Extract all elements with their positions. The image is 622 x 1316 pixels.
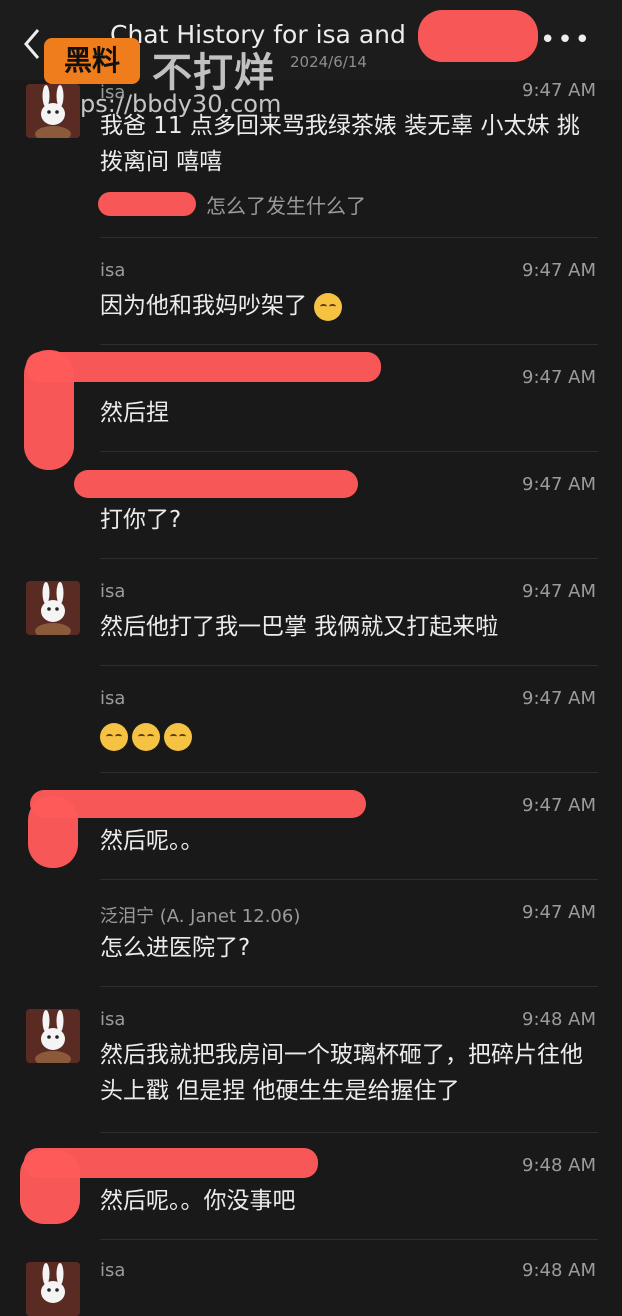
message-time: 9:48 AM xyxy=(522,1009,596,1030)
sender-name: isa xyxy=(100,82,126,103)
message-text: 因为他和我妈吵架了 xyxy=(100,288,598,324)
message-text: 怎么进医院了? xyxy=(100,935,251,961)
emoji-icon xyxy=(132,722,160,751)
message-time: 9:47 AM xyxy=(522,688,596,709)
message-time: 9:47 AM xyxy=(522,260,596,281)
message-time: 9:48 AM xyxy=(522,1155,596,1176)
message-item[interactable]: isa 9:47 AM xyxy=(0,666,622,773)
message-item[interactable]: isa 9:47 AM 然后他打了我一巴掌 我俩就又打起来啦 xyxy=(0,559,622,666)
header-date: 2024/6/14 xyxy=(290,53,367,71)
sender-name: isa xyxy=(100,260,126,281)
redaction-mark xyxy=(74,470,358,498)
message-text: 我爸 11 点多回来骂我绿茶婊 装无辜 小太妹 挑拨离间 嘻嘻 xyxy=(100,113,580,175)
message-time: 9:47 AM xyxy=(522,367,596,388)
message-text: 打你了? xyxy=(100,507,182,533)
avatar xyxy=(26,1009,80,1063)
redaction-mark xyxy=(26,352,381,382)
message-time: 9:47 AM xyxy=(522,795,596,816)
message-time: 9:47 AM xyxy=(522,474,596,495)
sender-name: isa xyxy=(100,581,126,602)
message-item[interactable]: 泛泪宁 (A. Janet 12.06) 9:47 AM 怎么进医院了? xyxy=(0,880,622,987)
message-item[interactable]: isa 9:48 AM 然后我就把我房间一个玻璃杯砸了，把碎片往他头上戳 但是捏… xyxy=(0,987,622,1133)
avatar xyxy=(26,581,80,635)
message-text: 然后捏 xyxy=(100,400,169,426)
message-text: 然后他打了我一巴掌 我俩就又打起来啦 xyxy=(100,614,499,640)
sender-name: isa xyxy=(100,1260,126,1281)
redaction-mark xyxy=(28,796,78,868)
message-item[interactable]: isa 9:48 AM xyxy=(0,1240,622,1316)
message-item[interactable]: isa 9:47 AM 因为他和我妈吵架了 xyxy=(0,238,622,345)
avatar xyxy=(26,84,80,138)
message-text: 然后呢。。 xyxy=(100,828,204,854)
more-options-icon[interactable]: ••• xyxy=(540,27,592,53)
sender-name: 泛泪宁 (A. Janet 12.06) xyxy=(100,906,301,927)
message-time: 9:48 AM xyxy=(522,1260,596,1281)
redaction-mark xyxy=(20,1150,80,1224)
emoji-icon xyxy=(100,722,128,751)
redaction-mark xyxy=(418,10,538,62)
message-time: 9:47 AM xyxy=(522,581,596,602)
sender-name: isa xyxy=(100,688,126,709)
watermark-badge: 黑料 xyxy=(44,38,140,84)
redaction-mark xyxy=(98,192,196,216)
quoted-message: 怎么了发生什么了 xyxy=(206,194,366,218)
message-text xyxy=(100,718,598,754)
emoji-icon xyxy=(164,722,192,751)
sender-name: isa xyxy=(100,1009,126,1030)
message-text: 然后我就把我房间一个玻璃杯砸了，把碎片往他头上戳 但是捏 他硬生生是给握住了 xyxy=(100,1042,583,1104)
message-text: 然后呢。。你没事吧 xyxy=(100,1188,296,1214)
message-item[interactable]: 9:47 AM 打你了? xyxy=(0,452,622,559)
avatar xyxy=(26,1262,80,1316)
back-chevron-icon[interactable] xyxy=(20,24,44,64)
redaction-mark xyxy=(30,790,366,818)
message-item[interactable]: isa 9:47 AM 我爸 11 点多回来骂我绿茶婊 装无辜 小太妹 挑拨离间… xyxy=(0,80,622,238)
emoji-icon xyxy=(314,292,343,321)
message-time: 9:47 AM xyxy=(522,80,596,101)
message-time: 9:47 AM xyxy=(522,902,596,923)
